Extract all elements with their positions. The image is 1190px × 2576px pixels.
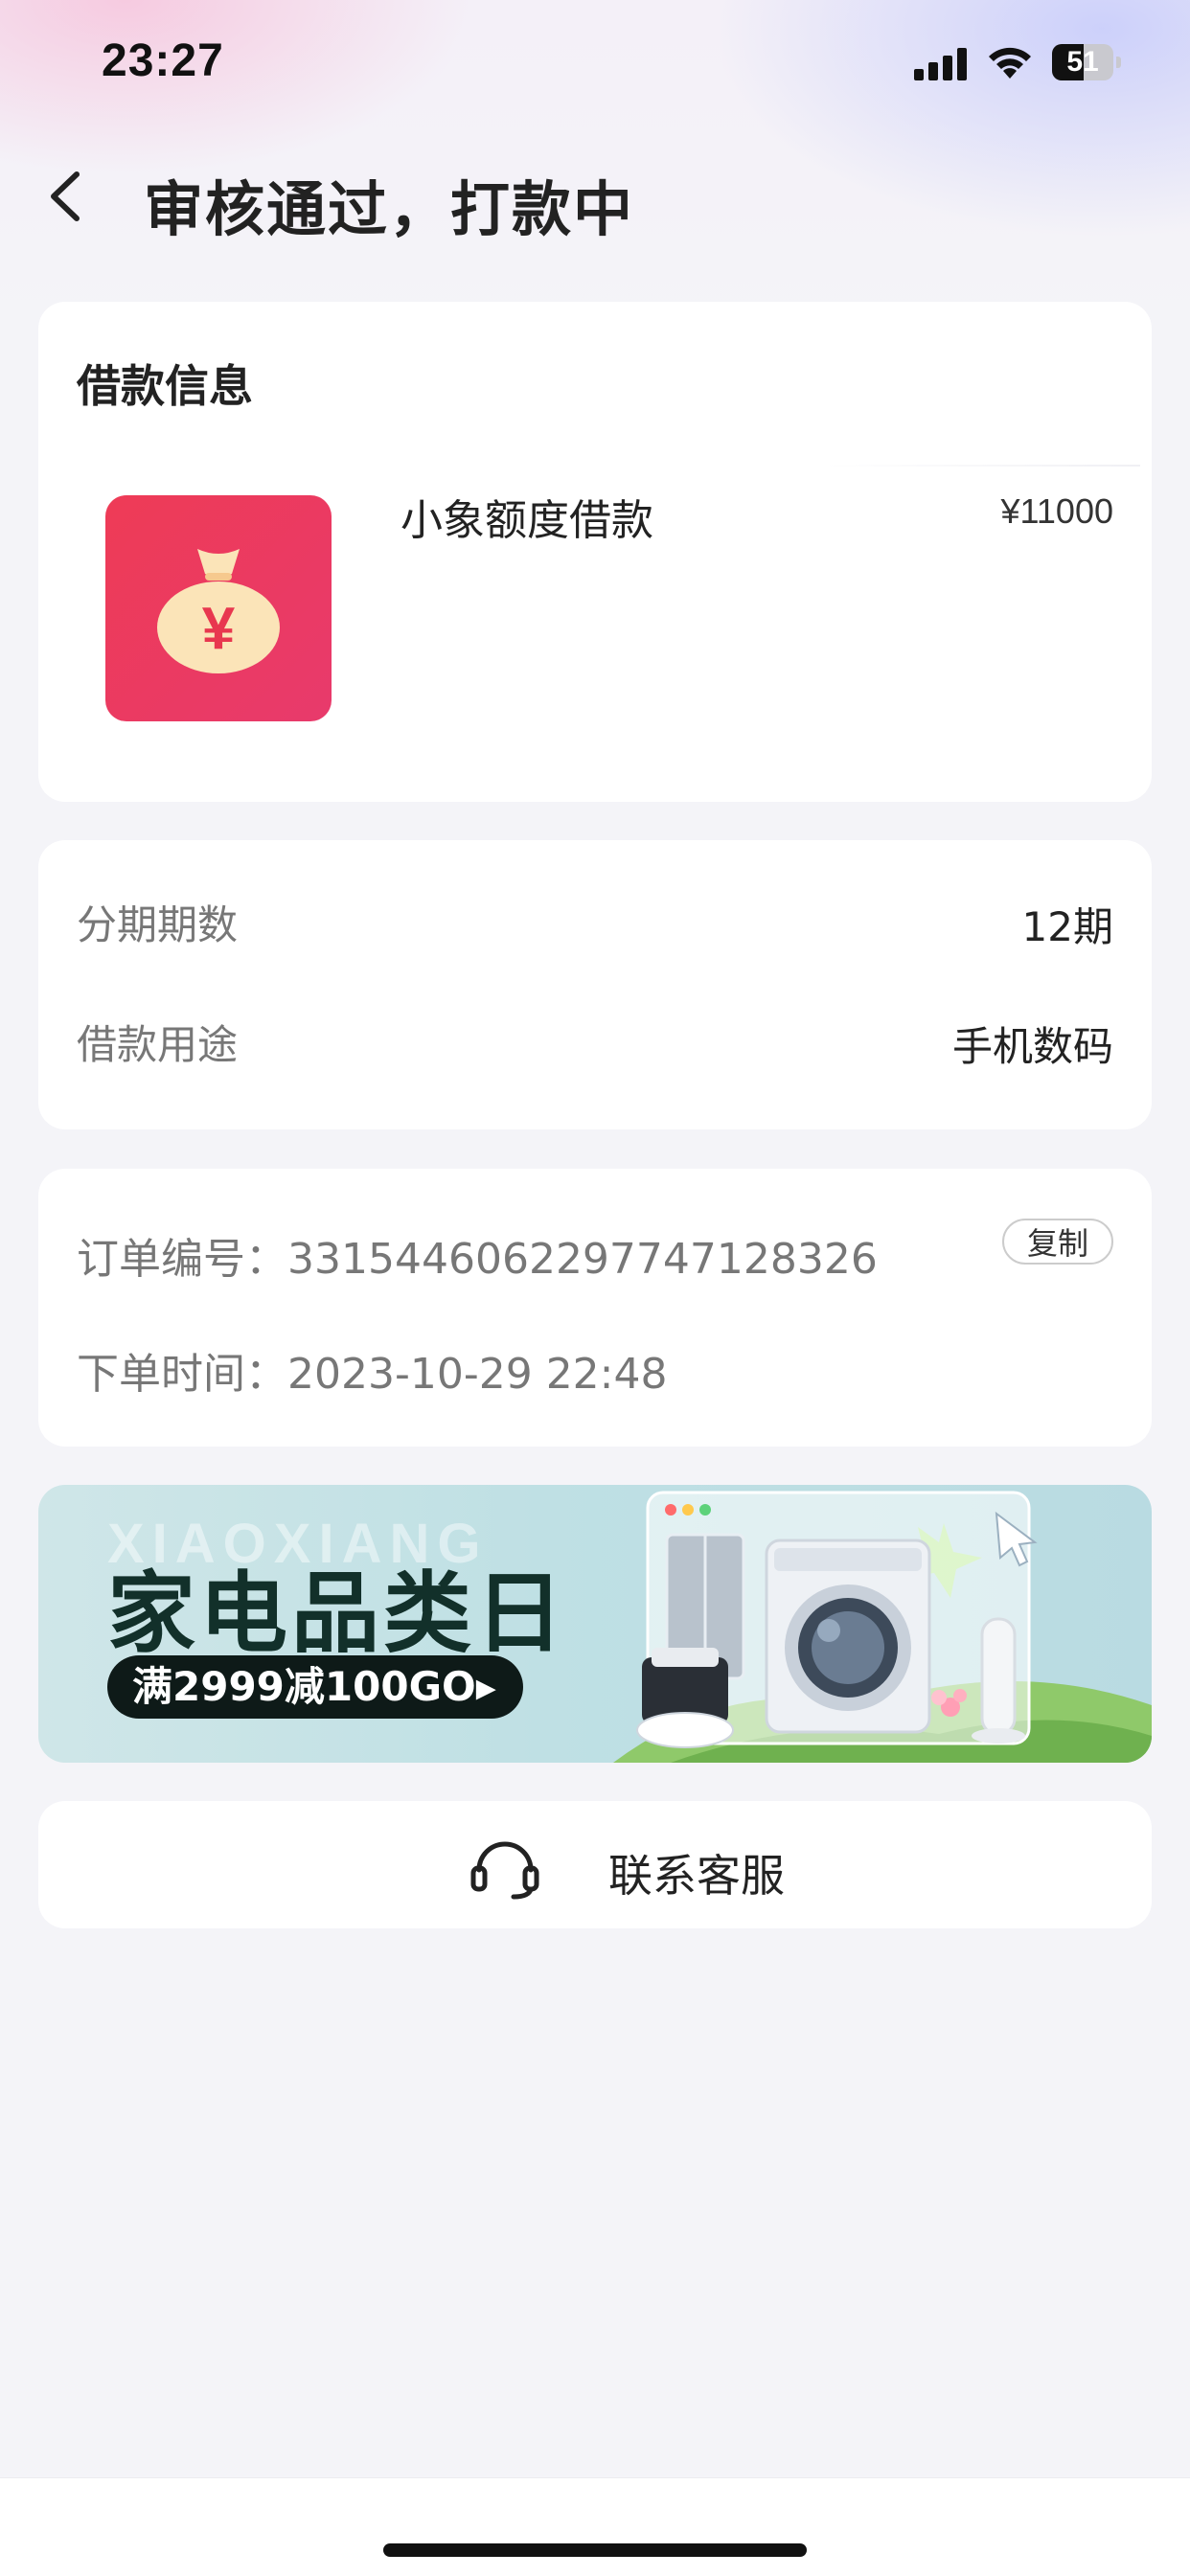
cellular-signal-icon — [914, 48, 967, 80]
money-bag-icon: ¥ — [157, 549, 280, 673]
banner-promo-pill[interactable]: 满2999减100GO▸ — [107, 1655, 523, 1719]
order-info-card: 订单编号：3315446062297747128326 复制 下单时间：2023… — [38, 1169, 1152, 1447]
product-image: ¥ — [105, 495, 332, 721]
svg-text:¥: ¥ — [202, 596, 236, 662]
page-title: 审核通过，打款中 — [144, 174, 635, 244]
back-arrow-icon[interactable] — [38, 163, 100, 230]
banner-title: 家电品类日 — [107, 1562, 568, 1665]
loan-details-card: 分期期数 12期 借款用途 手机数码 — [38, 840, 1152, 1129]
promo-banner[interactable]: XIAOXIANG 家电品类日 满2999减100GO▸ — [38, 1485, 1152, 1763]
loan-amount: ¥11000 — [1000, 491, 1113, 531]
installments-value: 12期 — [1021, 903, 1113, 950]
divider — [824, 465, 1140, 467]
bottom-safe-area — [0, 2477, 1190, 2576]
purpose-value: 手机数码 — [951, 1023, 1113, 1070]
order-time: 下单时间：2023-10-29 22:48 — [77, 1350, 668, 1399]
battery-indicator: 51 — [1052, 44, 1123, 80]
loan-info-heading: 借款信息 — [77, 360, 253, 412]
loan-info-card: 借款信息 ¥ 小象额度借款 ¥11000 — [38, 302, 1152, 802]
battery-percent: 51 — [1066, 46, 1099, 78]
contact-service-button[interactable]: 联系客服 — [38, 1801, 1152, 1928]
banner-promo-text: 满2999减100GO — [132, 1663, 476, 1710]
play-arrow-icon: ▸ — [475, 1663, 496, 1710]
installments-label: 分期期数 — [77, 901, 239, 948]
order-number: 订单编号：3315446062297747128326 — [77, 1235, 878, 1284]
contact-service-label: 联系客服 — [608, 1850, 785, 1902]
product-name: 小象额度借款 — [400, 496, 653, 545]
purpose-label: 借款用途 — [77, 1021, 239, 1068]
home-indicator[interactable] — [383, 2543, 807, 2557]
copy-button[interactable]: 复制 — [1002, 1219, 1113, 1265]
headset-icon — [470, 1841, 539, 1900]
status-bar: 23:27 51 — [0, 0, 1190, 129]
appliances-illustration — [613, 1491, 1152, 1763]
nav-bar: 审核通过，打款中 — [0, 144, 1190, 249]
wifi-icon — [989, 47, 1031, 79]
status-time: 23:27 — [102, 35, 224, 86]
